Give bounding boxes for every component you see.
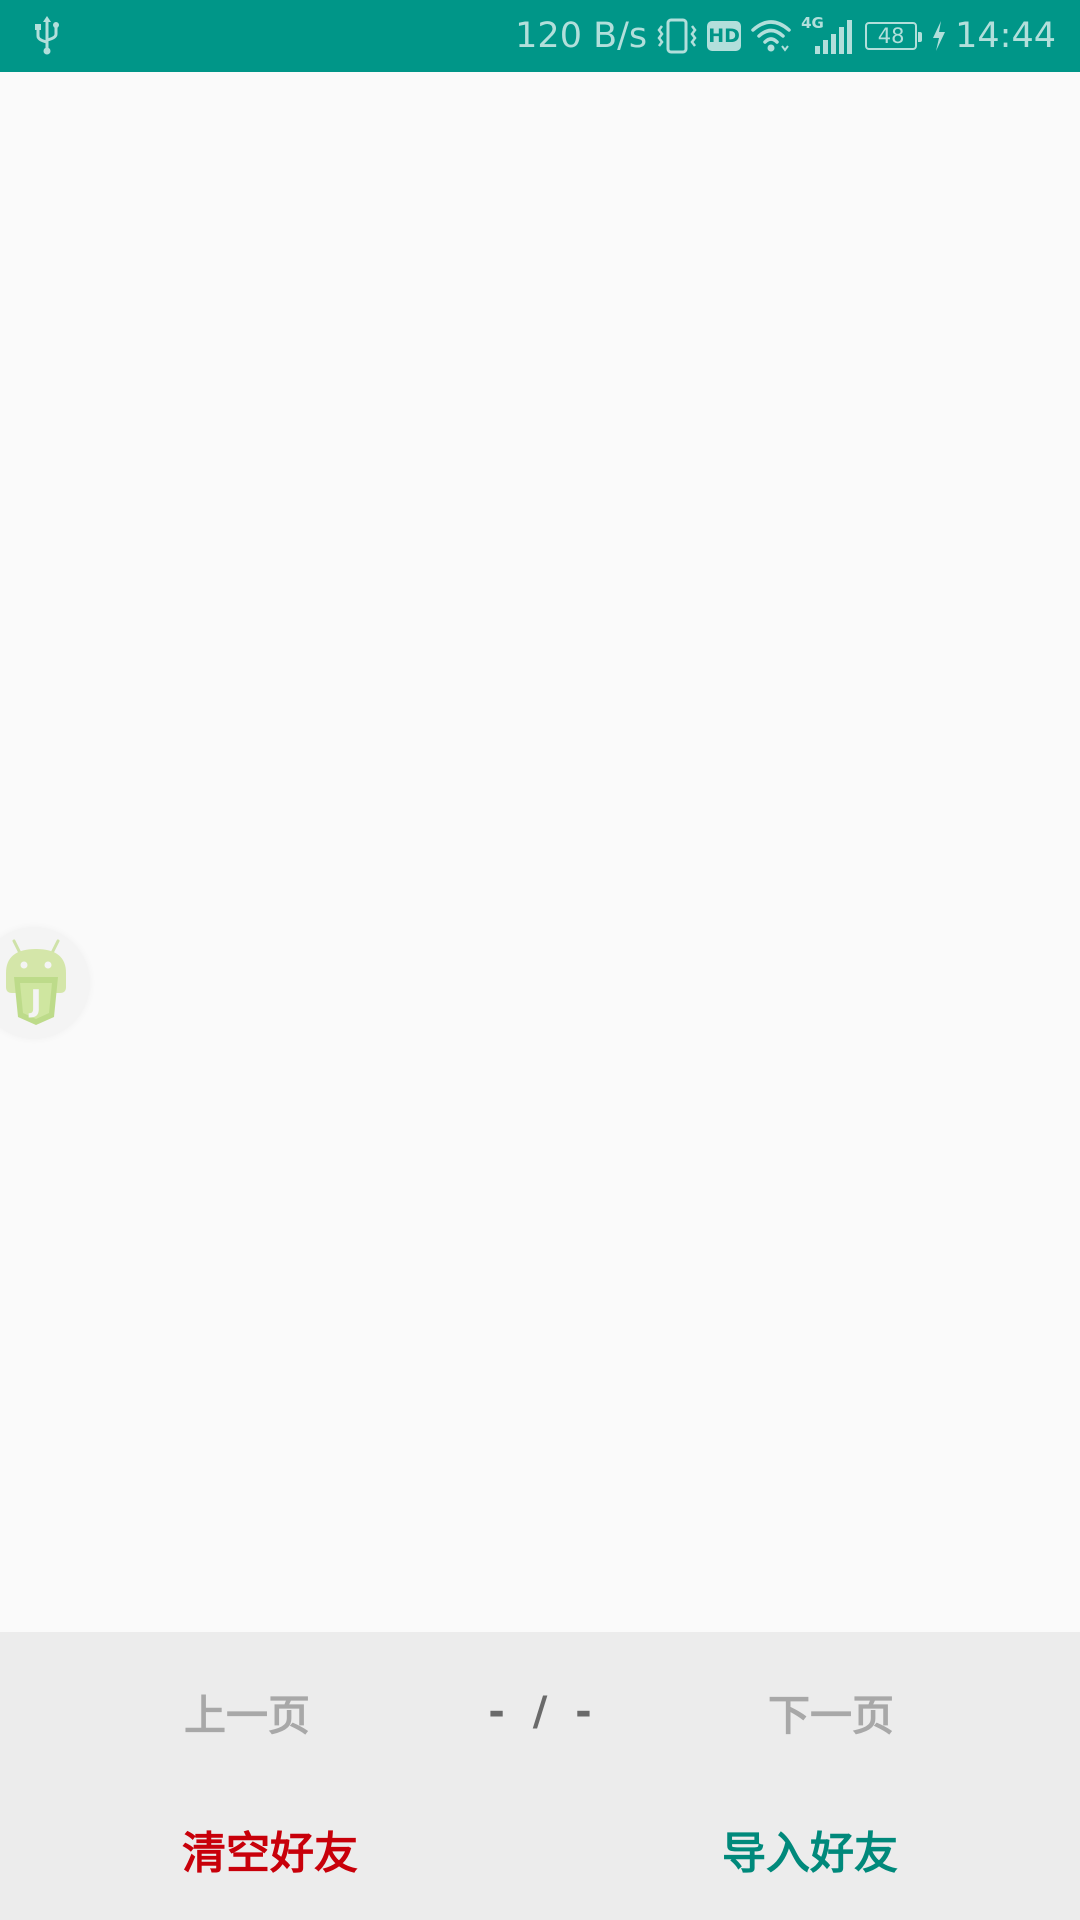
clear-friends-button[interactable]: 清空好友: [140, 1804, 400, 1894]
android-js-icon: J: [6, 939, 66, 1025]
hd-icon: HD: [707, 21, 742, 51]
next-page-button[interactable]: 下一页: [721, 1672, 941, 1752]
usb-icon: [30, 16, 64, 56]
prev-page-button[interactable]: 上一页: [137, 1672, 357, 1752]
status-bar: 120 B/s HD 4G 48 14:44: [0, 0, 1080, 72]
badge-letter: J: [28, 984, 41, 1019]
hd-label: HD: [708, 25, 740, 47]
import-friends-button[interactable]: 导入好友: [680, 1804, 940, 1894]
battery-icon: 48: [865, 22, 923, 50]
battery-level: 48: [877, 24, 905, 48]
network-speed: 120 B/s: [515, 16, 648, 56]
clock: 14:44: [955, 16, 1056, 56]
status-icons: 120 B/s HD 4G 48 14:44: [515, 0, 1056, 72]
screen: 120 B/s HD 4G 48 14:44 J 上一页 - / - 下一页 清…: [0, 0, 1080, 1920]
signal-icon: 4G: [801, 14, 857, 58]
bottom-panel: 上一页 - / - 下一页 清空好友 导入好友: [0, 1632, 1080, 1920]
friends-list-area[interactable]: [0, 72, 1080, 1632]
vibrate-icon: [657, 18, 697, 54]
page-indicator: - / -: [488, 1689, 592, 1735]
wifi-icon: [751, 20, 791, 52]
charging-icon: [933, 21, 946, 51]
